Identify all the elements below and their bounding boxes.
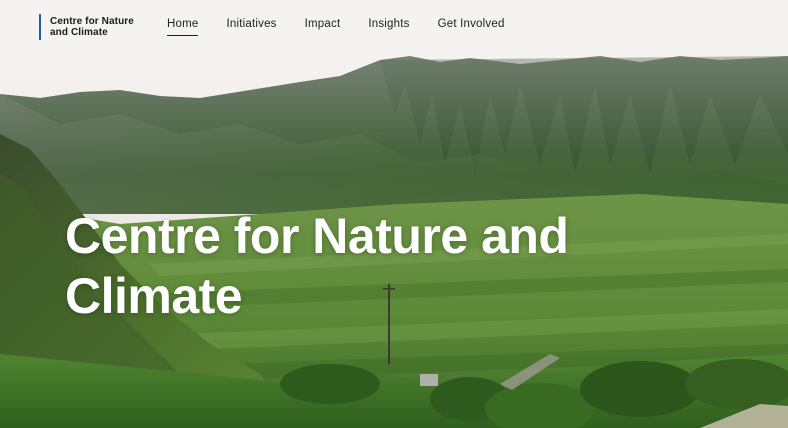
main-nav: Home Initiatives Impact Insights Get Inv…	[167, 18, 505, 36]
nav-item-get-involved[interactable]: Get Involved	[438, 18, 505, 36]
page: Centre for Nature and Climate Home Initi…	[0, 0, 788, 428]
nav-item-insights[interactable]: Insights	[368, 18, 409, 36]
nav-item-impact[interactable]: Impact	[305, 18, 341, 36]
hero-banner: Centre for Nature and Climate	[0, 54, 788, 428]
nav-item-initiatives[interactable]: Initiatives	[226, 18, 276, 36]
hero-title: Centre for Nature and Climate	[65, 208, 569, 324]
nav-item-home[interactable]: Home	[167, 18, 199, 36]
logo-text[interactable]: Centre for Nature and Climate	[50, 16, 140, 38]
site-logo[interactable]: Centre for Nature and Climate	[39, 14, 140, 40]
site-header: Centre for Nature and Climate Home Initi…	[0, 0, 788, 54]
